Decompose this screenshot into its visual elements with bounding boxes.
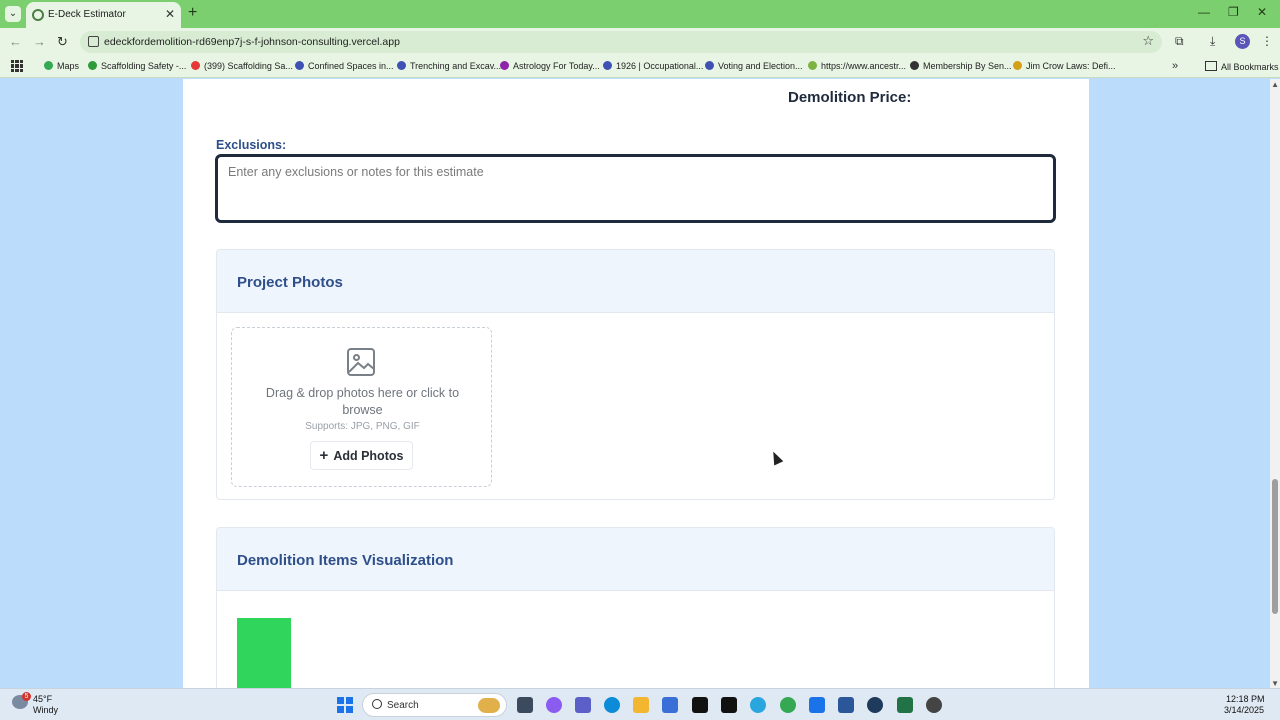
reload-icon[interactable]: ↻ bbox=[57, 34, 68, 50]
forward-icon[interactable]: → bbox=[33, 34, 46, 49]
more-bookmarks-icon[interactable]: » bbox=[1172, 60, 1178, 72]
search-label: Search bbox=[387, 700, 419, 711]
bookmark-item[interactable]: https://www.ancestr... bbox=[808, 61, 906, 71]
tab-search-button[interactable]: ⌄ bbox=[5, 6, 21, 22]
restore-icon[interactable]: ❐ bbox=[1228, 5, 1239, 19]
site-info-icon[interactable] bbox=[88, 36, 99, 47]
edge-icon[interactable] bbox=[604, 697, 620, 713]
word-icon[interactable] bbox=[838, 697, 854, 713]
close-icon[interactable]: ✕ bbox=[165, 7, 175, 21]
scroll-up-icon[interactable]: ▲ bbox=[1271, 80, 1279, 89]
weather-badge: 5 bbox=[22, 692, 31, 701]
weather-condition[interactable]: Windy bbox=[33, 705, 58, 715]
search-icon bbox=[372, 699, 382, 709]
copilot-icon[interactable] bbox=[546, 697, 562, 713]
tiktok-icon[interactable] bbox=[721, 697, 737, 713]
amazon-icon[interactable] bbox=[692, 697, 708, 713]
add-photos-label: Add Photos bbox=[333, 448, 404, 463]
tab-title: E-Deck Estimator bbox=[48, 9, 126, 20]
teams-icon[interactable] bbox=[575, 697, 591, 713]
clock-time[interactable]: 12:18 PM bbox=[1226, 694, 1265, 704]
photo-dropzone[interactable]: Drag & drop photos here or click to brow… bbox=[231, 327, 492, 487]
new-tab-button[interactable]: + bbox=[188, 4, 197, 22]
ie-icon[interactable] bbox=[750, 697, 766, 713]
close-window-icon[interactable]: ✕ bbox=[1257, 5, 1267, 19]
app-icon[interactable] bbox=[926, 697, 942, 713]
profile-avatar[interactable]: S bbox=[1235, 34, 1250, 49]
bookmark-star-icon[interactable]: ☆ bbox=[1142, 33, 1154, 49]
bookmark-item[interactable]: Maps bbox=[44, 61, 79, 71]
task-view-icon[interactable] bbox=[517, 697, 533, 713]
project-photos-card: Project Photos Drag & drop photos here o… bbox=[216, 249, 1055, 500]
project-photos-title: Project Photos bbox=[237, 274, 343, 291]
page-scrollbar[interactable]: ▲ ▼ bbox=[1270, 79, 1280, 688]
demolition-visualization-card: Demolition Items Visualization bbox=[216, 527, 1055, 688]
dropzone-text: Drag & drop photos here or click to brow… bbox=[265, 386, 460, 417]
all-bookmarks-folder[interactable]: All Bookmarks bbox=[1205, 61, 1279, 72]
bookmark-item[interactable]: Jim Crow Laws: Defi... bbox=[1013, 61, 1116, 71]
apps-grid-icon[interactable] bbox=[11, 60, 23, 72]
bookmarks-bar: Maps Scaffolding Safety -... (399) Scaff… bbox=[0, 56, 1280, 78]
bookmark-item[interactable]: 1926 | Occupational... bbox=[603, 61, 703, 71]
dropzone-supported-formats: Supports: JPG, PNG, GIF bbox=[305, 421, 420, 432]
image-icon bbox=[347, 348, 375, 376]
scrollbar-thumb[interactable] bbox=[1272, 479, 1278, 614]
bookmark-item[interactable]: Confined Spaces in... bbox=[295, 61, 394, 71]
store-icon[interactable] bbox=[662, 697, 678, 713]
file-explorer-icon[interactable] bbox=[633, 697, 649, 713]
exclusions-label: Exclusions: bbox=[216, 138, 287, 152]
globe-icon bbox=[32, 9, 44, 21]
browser-toolbar: ← → ↻ edeckfordemolition-rd69enp7j-s-f-j… bbox=[0, 28, 1280, 56]
bookmark-item[interactable]: Scaffolding Safety -... bbox=[88, 61, 186, 71]
download-icon[interactable]: ⤓ bbox=[1210, 34, 1215, 49]
back-icon[interactable]: ← bbox=[9, 34, 22, 49]
windows-taskbar: 5 45°F Windy Search 12:18 PM 3/14/2025 bbox=[0, 688, 1280, 720]
minimize-icon[interactable]: — bbox=[1198, 5, 1210, 19]
weather-temperature[interactable]: 45°F bbox=[33, 694, 52, 704]
bookmark-item[interactable]: Membership By Sen... bbox=[910, 61, 1012, 71]
demolition-price-label: Demolition Price: bbox=[788, 89, 912, 106]
url-text: edeckfordemolition-rd69enp7j-s-f-johnson… bbox=[104, 36, 400, 48]
exclusions-input[interactable] bbox=[215, 154, 1056, 223]
visualization-bar bbox=[237, 618, 291, 688]
visualization-header: Demolition Items Visualization bbox=[217, 528, 1054, 591]
search-highlight-icon bbox=[478, 698, 500, 713]
chrome-icon[interactable] bbox=[780, 697, 796, 713]
bookmark-item[interactable]: (399) Scaffolding Sa... bbox=[191, 61, 293, 71]
tab-e-deck-estimator[interactable]: E-Deck Estimator ✕ bbox=[26, 2, 181, 28]
mail-icon[interactable] bbox=[867, 697, 883, 713]
visualization-title: Demolition Items Visualization bbox=[237, 552, 454, 569]
project-photos-header: Project Photos bbox=[217, 250, 1054, 313]
page-viewport: Demolition Price: Exclusions: Project Ph… bbox=[0, 79, 1280, 688]
plus-icon: + bbox=[319, 447, 329, 464]
estimator-page: Demolition Price: Exclusions: Project Ph… bbox=[183, 79, 1089, 688]
bookmark-item[interactable]: Astrology For Today... bbox=[500, 61, 600, 71]
add-photos-button[interactable]: + Add Photos bbox=[310, 441, 413, 470]
menu-icon[interactable]: ⋮ bbox=[1261, 34, 1273, 48]
bookmark-item[interactable]: Voting and Election... bbox=[705, 61, 803, 71]
address-bar[interactable]: edeckfordemolition-rd69enp7j-s-f-johnson… bbox=[80, 31, 1162, 53]
notepad-icon[interactable] bbox=[809, 697, 825, 713]
taskbar-search[interactable]: Search bbox=[362, 693, 507, 717]
extensions-icon[interactable]: ⧉ bbox=[1175, 34, 1184, 49]
tab-bar: ⌄ E-Deck Estimator ✕ + — ❐ ✕ bbox=[0, 0, 1280, 28]
clock-date[interactable]: 3/14/2025 bbox=[1224, 705, 1264, 715]
scroll-down-icon[interactable]: ▼ bbox=[1271, 679, 1279, 688]
excel-icon[interactable] bbox=[897, 697, 913, 713]
windows-start-icon[interactable] bbox=[337, 697, 353, 713]
bookmark-item[interactable]: Trenching and Excav... bbox=[397, 61, 501, 71]
